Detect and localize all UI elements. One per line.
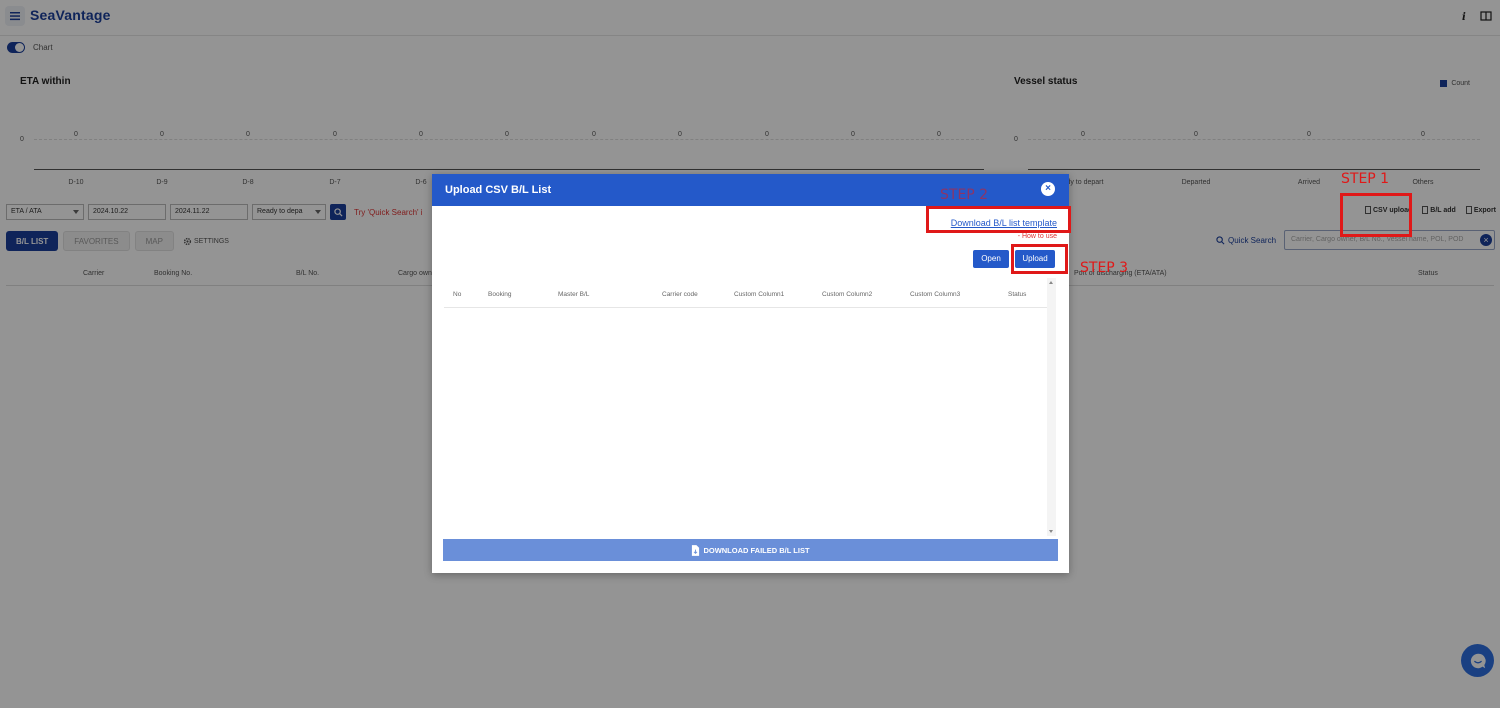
step2-highlight-box (926, 206, 1071, 233)
scroll-up-icon[interactable] (1049, 281, 1053, 284)
how-to-use-link[interactable]: - How to use (1018, 233, 1057, 240)
column-header: Master B/L (558, 291, 590, 298)
scroll-down-icon[interactable] (1049, 530, 1053, 533)
vertical-scrollbar[interactable] (1047, 278, 1056, 536)
upload-table-header: No Booking Master B/L Carrier code Custo… (444, 278, 1047, 308)
step1-highlight-box (1340, 193, 1412, 237)
step1-annotation-label: STEP 1 (1341, 171, 1390, 187)
modal-title: Upload CSV B/L List (445, 184, 552, 196)
open-file-button[interactable]: Open (973, 250, 1009, 268)
upload-csv-modal: Upload CSV B/L List × Download B/L list … (432, 174, 1069, 573)
column-header: Booking (488, 291, 512, 298)
download-failed-label: DOWNLOAD FAILED B/L LIST (703, 545, 810, 555)
close-icon[interactable]: × (1041, 182, 1055, 196)
column-header: Custom Column1 (734, 291, 785, 298)
column-header: Custom Column2 (822, 291, 873, 298)
column-header: Status (1008, 291, 1027, 298)
column-header: Custom Column3 (910, 291, 961, 298)
step3-highlight-box (1011, 244, 1068, 274)
step2-annotation-label: STEP 2 (940, 187, 989, 203)
file-download-icon (692, 544, 700, 556)
download-failed-list-button[interactable]: DOWNLOAD FAILED B/L LIST (443, 539, 1058, 561)
column-header: Carrier code (662, 291, 698, 298)
column-header: No (453, 291, 462, 298)
step3-annotation-label: STEP 3 (1080, 260, 1129, 276)
